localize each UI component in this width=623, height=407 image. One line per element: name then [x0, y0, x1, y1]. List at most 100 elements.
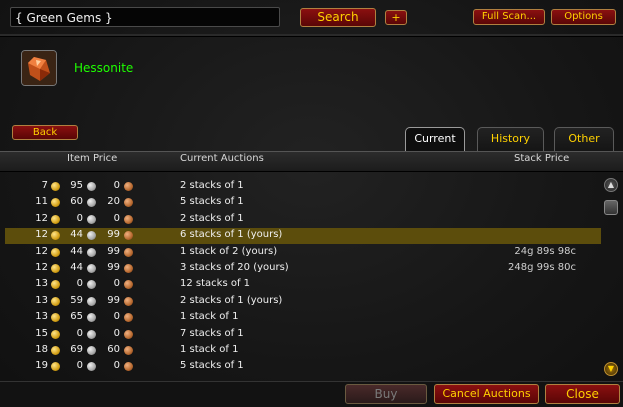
silver-coin-icon	[87, 346, 96, 355]
copper-amount: 0	[113, 180, 120, 191]
table-row[interactable]: 13 65 0 1 stack of 1	[0, 310, 601, 326]
silver-amount: 65	[70, 311, 83, 323]
search-input[interactable]: { Green Gems }	[10, 7, 280, 27]
gold-amount: 12	[35, 212, 48, 224]
table-row[interactable]: 12 44 99 6 stacks of 1 (yours)	[5, 228, 601, 245]
copper-coin-icon	[124, 280, 133, 290]
auction-summary: 2 stacks of 1	[180, 212, 244, 224]
table-row[interactable]: 13 59 99 2 stacks of 1 (yours)	[0, 294, 601, 310]
gold-amount: 13	[35, 294, 48, 306]
table-row[interactable]: 12 44 99 3 stacks of 20 (yours) 248g 99s 80c	[0, 261, 601, 277]
table-row[interactable]: 12 0 0 2 stacks of 1	[0, 212, 601, 228]
gold-amount: 7	[41, 180, 48, 191]
copper-coin-icon	[124, 182, 133, 191]
gold-amount: 13	[35, 278, 48, 290]
copper-amount: 99	[107, 245, 120, 257]
column-header-stack-price[interactable]: Stack Price	[514, 153, 569, 164]
silver-coin-icon	[87, 247, 96, 257]
scrollbar-thumb[interactable]	[604, 200, 618, 215]
gold-coin-icon	[51, 313, 60, 323]
tab-history[interactable]: History	[477, 127, 544, 151]
copper-amount: 60	[107, 344, 120, 355]
copper-amount: 0	[113, 212, 120, 224]
copper-coin-icon	[124, 346, 133, 355]
gold-amount: 13	[35, 311, 48, 323]
gold-coin-icon	[51, 264, 60, 273]
tab-current[interactable]: Current	[405, 127, 465, 151]
auction-summary: 2 stacks of 1	[180, 180, 244, 191]
add-search-button[interactable]: +	[385, 10, 407, 25]
gold-coin-icon	[51, 182, 60, 191]
auction-summary: 6 stacks of 1 (yours)	[180, 229, 283, 241]
copper-coin-icon	[124, 329, 133, 339]
search-button[interactable]: Search	[300, 8, 376, 27]
silver-coin-icon	[87, 264, 96, 273]
copper-coin-icon	[124, 296, 133, 306]
table-row[interactable]: 15 0 0 7 stacks of 1	[0, 327, 601, 343]
scroll-up-button[interactable]: ▲	[604, 178, 618, 192]
gold-coin-icon	[51, 346, 60, 355]
copper-amount: 0	[113, 327, 120, 339]
copper-coin-icon	[124, 264, 133, 273]
stack-price: 248g 99s 80c	[508, 262, 576, 273]
tab-other[interactable]: Other	[554, 127, 614, 151]
silver-coin-icon	[87, 313, 96, 323]
scroll-down-button[interactable]: ▼	[604, 362, 618, 376]
copper-coin-icon	[124, 362, 133, 372]
gold-coin-icon	[51, 296, 60, 306]
auction-summary: 7 stacks of 1	[180, 327, 244, 339]
auction-summary: 1 stack of 1	[180, 311, 239, 323]
buy-button[interactable]: Buy	[345, 384, 427, 404]
silver-amount: 95	[70, 180, 83, 191]
item-name: Hessonite	[74, 61, 134, 75]
table-row[interactable]: 12 44 99 1 stack of 2 (yours) 24g 89s 98c	[0, 245, 601, 261]
copper-amount: 99	[107, 229, 120, 241]
gem-icon[interactable]	[21, 50, 57, 86]
table-row[interactable]: 18 69 60 1 stack of 1	[0, 343, 601, 359]
silver-amount: 0	[76, 278, 83, 290]
silver-coin-icon	[87, 296, 96, 306]
table-row[interactable]: 7 95 0 2 stacks of 1	[0, 179, 601, 195]
auction-window: { Green Gems } Search + Full Scan... Opt…	[0, 0, 623, 407]
auction-summary: 2 stacks of 1 (yours)	[180, 294, 283, 306]
copper-amount: 20	[107, 196, 120, 208]
gold-coin-icon	[51, 247, 60, 257]
copper-coin-icon	[124, 198, 133, 208]
silver-amount: 44	[70, 245, 83, 257]
gold-amount: 18	[35, 344, 48, 355]
gold-coin-icon	[51, 280, 60, 290]
copper-coin-icon	[124, 214, 133, 224]
column-header-current-auctions[interactable]: Current Auctions	[180, 153, 264, 164]
table-row[interactable]: 19 0 0 5 stacks of 1	[0, 359, 601, 375]
copper-amount: 99	[107, 294, 120, 306]
full-scan-button[interactable]: Full Scan...	[473, 9, 545, 25]
table-row[interactable]: 13 0 0 12 stacks of 1	[0, 277, 601, 293]
copper-coin-icon	[124, 247, 133, 257]
silver-amount: 0	[76, 212, 83, 224]
cancel-auctions-button[interactable]: Cancel Auctions	[434, 384, 539, 404]
silver-amount: 0	[76, 360, 83, 372]
top-divider	[0, 34, 623, 37]
silver-coin-icon	[87, 362, 96, 372]
gold-coin-icon	[51, 198, 60, 208]
gold-amount: 12	[35, 229, 48, 241]
back-button[interactable]: Back	[12, 125, 78, 140]
close-button[interactable]: Close	[545, 384, 620, 404]
options-button[interactable]: Options	[551, 9, 616, 25]
auction-summary: 5 stacks of 1	[180, 196, 244, 208]
auction-summary: 1 stack of 1	[180, 344, 239, 355]
auction-summary: 3 stacks of 20 (yours)	[180, 262, 289, 273]
silver-coin-icon	[87, 329, 96, 339]
column-header-item-price[interactable]: Item Price	[67, 153, 117, 164]
gold-coin-icon	[51, 329, 60, 339]
silver-amount: 59	[70, 294, 83, 306]
gold-coin-icon	[51, 231, 60, 241]
silver-coin-icon	[87, 280, 96, 290]
gold-amount: 12	[35, 245, 48, 257]
table-row[interactable]: 11 60 20 5 stacks of 1	[0, 195, 601, 211]
silver-coin-icon	[87, 182, 96, 191]
copper-amount: 0	[113, 311, 120, 323]
silver-amount: 60	[70, 196, 83, 208]
silver-amount: 44	[70, 229, 83, 241]
auction-summary: 1 stack of 2 (yours)	[180, 245, 278, 257]
